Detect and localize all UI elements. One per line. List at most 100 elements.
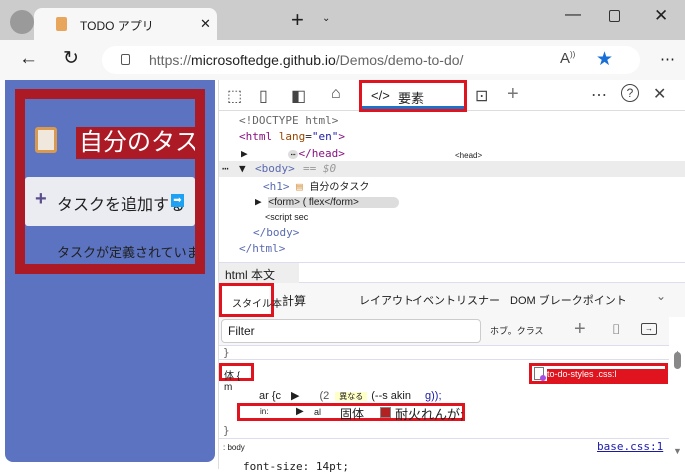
h1-tag: <h1> [263,180,290,193]
brace: } [223,346,230,359]
expand-icon[interactable]: ▶ [296,406,304,417]
help-icon[interactable]: ? [621,84,639,102]
devtools-panel: ⬚ ▯ ◧ ⌂ </> 要素 ⊡ + ⋯ ? ✕ <!DOCTYPE html>… [218,80,685,473]
color-swatch[interactable] [380,407,391,418]
scroll-thumb[interactable] [674,352,681,369]
favorite-star-icon[interactable]: ★ [596,48,613,71]
maximize-button[interactable] [609,10,620,22]
back-icon[interactable]: ← [19,48,38,70]
new-style-rule-icon[interactable]: + [574,318,586,341]
address-bar[interactable]: https://microsoftedge.github.io/Demos/de… [102,46,640,74]
breadcrumb[interactable]: html 本文 [219,263,299,283]
tab-elements[interactable]: </> 要素 [359,80,467,112]
tab-close-icon[interactable]: ✕ [200,16,211,32]
css-prop-1: ar {c [259,390,282,402]
expand-icon[interactable]: ▶ [291,390,299,402]
body-eq: == $0 [303,162,337,175]
device-emulation-icon[interactable]: ▯ [259,86,268,106]
dock-side-icon[interactable]: ◧ [291,86,306,106]
tab-dom-breakpoints[interactable]: DOM ブレークポイント [510,292,627,308]
body-close: </body> [253,226,300,239]
profile-avatar[interactable] [10,10,34,34]
elements-tab-label: 要素 [398,91,425,106]
refresh-icon[interactable]: ↻ [63,47,79,70]
style-selector[interactable]: 体 { m [219,363,254,393]
code-icon: </> [371,88,390,103]
more-tools-icon[interactable]: ⋯ [591,85,607,105]
tab-title: TODO アプリ [80,19,154,33]
expand-icon[interactable]: ▶ [241,147,248,160]
tab-list-chevron-icon[interactable]: ⌄ [322,13,330,24]
breadcrumb-bar: html 本文 [219,262,685,283]
html-tag: <html [239,130,273,143]
form-text: <form> ( flex</form> [268,197,399,208]
css-al: al [314,407,322,417]
body-tag: <body> [255,162,295,175]
url-path: /Demos/demo-to-do/ [335,52,464,68]
close-window-button[interactable]: ✕ [654,6,668,26]
source-link-box[interactable]: to-do-styles .css:l [529,363,668,384]
head-node[interactable]: ▶ ⋯ </head> [241,147,345,160]
h1-node[interactable]: <h1> ▤ 自分のタスク [263,178,369,193]
body-node-selected[interactable]: ⋯ ▼ <body> == $0 [219,161,685,177]
css-line-2[interactable]: in: ▶ al 固体 耐火れんが; [237,403,465,422]
minimize-button[interactable]: — [565,6,581,24]
clipboard-icon [56,17,67,31]
script-node[interactable]: <script sec [265,212,308,222]
form-node[interactable]: ▶ <form> ( flex</form> [255,195,399,208]
arrow-right-icon: ➡ [171,194,184,207]
rule2-source-link[interactable]: base.css:1 [597,440,663,453]
add-task-button[interactable]: + タスクを追加する ➡ [25,177,195,226]
url-prefix: https:// [149,52,192,68]
hov-cls-toggle[interactable]: ホブ。クラス [490,324,544,337]
css-end: g)); [425,390,442,402]
css-hint: 異なる [335,392,368,401]
rule2-selector[interactable]: : body [223,443,245,452]
toggle-sidebar-icon[interactable]: → [641,323,657,335]
devtools-toolbar: ⬚ ▯ ◧ ⌂ </> 要素 ⊡ + ⋯ ? ✕ [219,80,685,112]
add-panel-icon[interactable]: + [507,83,519,106]
lang-value: "en" [311,130,339,143]
read-aloud-icon[interactable]: A)) [560,50,575,67]
h1-text: 自分のタスク [309,182,370,193]
divider [219,359,669,360]
brace-close: } [223,424,230,437]
doctype: <!DOCTYPE html> [239,114,339,127]
todo-container: 自分のタスク + タスクを追加する ➡ タスクが定義されていません [15,89,205,274]
empty-message: タスクが定義されていません [57,245,200,260]
css-solid: 固体 [340,407,365,421]
css-num: (2 [319,390,330,402]
plus-icon: + [35,188,47,210]
clipboard-icon [35,127,57,153]
inspect-icon[interactable]: ⬚ [227,86,242,106]
new-tab-button[interactable]: + [291,7,304,33]
ellipsis-badge[interactable]: ⋯ [287,150,299,159]
add-task-label: タスクを追加する [57,197,186,214]
more-tabs-chevron-icon[interactable]: ⌄ [656,289,666,303]
scroll-down-icon[interactable]: ▼ [673,446,682,456]
css-prop-2: in: [260,407,269,416]
browser-tab[interactable]: TODO アプリ ✕ [34,8,217,41]
styles-scrollbar[interactable]: ▲ ▼ [669,346,685,469]
url-host: microsoftedge.github.io [191,52,336,68]
source-link[interactable]: to-do-styles .css:l [547,369,667,381]
html-open[interactable]: <html lang="en"> [239,130,345,143]
tab-event-listeners[interactable]: イベントリスナー [412,292,500,308]
page-heading: 自分のタスク [76,127,195,159]
head-label: <head> [455,151,483,160]
tab-layout[interactable]: レイアウト [359,292,414,308]
panel-tabs: スタイル本 計算 レイアウト イベントリスナー DOM ブレークポイント ⌄ [219,283,685,317]
tab-styles[interactable]: スタイル本 [219,283,282,317]
styles-pane: } 体 { m to-do-styles .css:l ar {c ▶ (2 異なる(… [219,346,669,473]
filter-row: Filter ホブ。クラス + ⌷ → [219,317,669,346]
lang-attr: lang [278,130,306,143]
console-icon[interactable]: ⊡ [475,86,488,106]
css-color: 耐火れんが; [395,407,464,422]
more-menu-icon[interactable]: ⋯ [660,50,675,68]
close-devtools-icon[interactable]: ✕ [653,84,666,104]
tab-computed[interactable]: 計算 [282,292,306,309]
paint-brush-icon[interactable]: ⌷ [612,321,620,338]
css-line-1: ar {c ▶ (2 異なる (--s akin g)); [259,389,442,402]
filter-input[interactable]: Filter [221,319,481,343]
home-icon[interactable]: ⌂ [331,85,341,103]
